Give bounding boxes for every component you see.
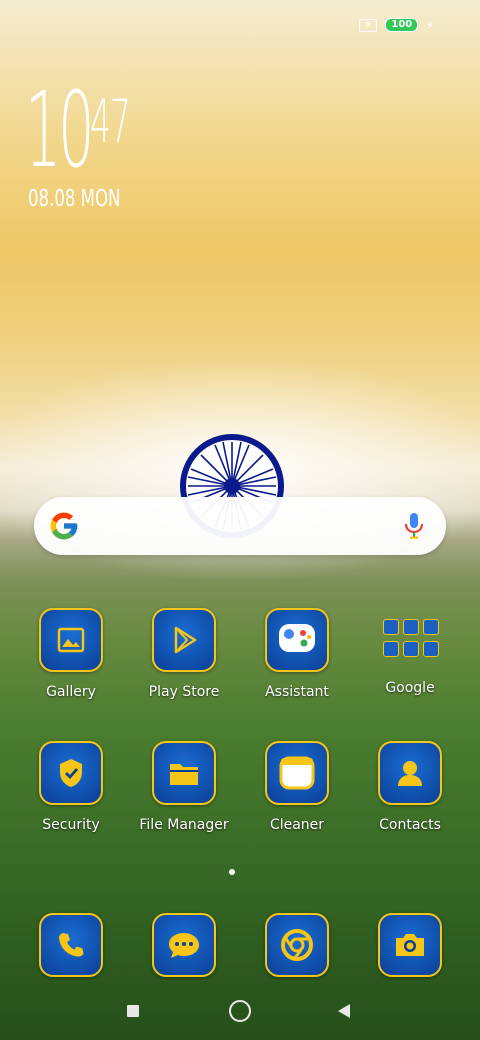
shield-check-icon [39, 741, 103, 805]
app-gallery[interactable]: Gallery [16, 608, 126, 700]
page-indicator [229, 869, 235, 875]
date-label[interactable]: 08.08 MON [28, 186, 120, 212]
app-label: Google [385, 680, 435, 696]
recents-button[interactable] [127, 1005, 139, 1017]
chrome-icon [265, 913, 329, 977]
app-label: Cleaner [269, 817, 325, 833]
person-icon [378, 741, 442, 805]
no-sim-icon: × [359, 18, 378, 32]
app-contacts[interactable]: Contacts [355, 741, 465, 833]
battery-indicator: 100 [385, 18, 419, 32]
app-google-folder[interactable]: Google [355, 608, 465, 696]
cleaner-icon [265, 741, 329, 805]
app-play-store[interactable]: Play Store [129, 608, 239, 700]
app-label: Security [42, 817, 100, 833]
google-search-bar[interactable] [34, 497, 446, 555]
app-assistant[interactable]: Assistant [242, 608, 352, 700]
clock-hour[interactable]: 10 [25, 78, 94, 182]
status-bar: × 100 ⚡ [359, 18, 434, 32]
app-label: File Manager [139, 817, 229, 833]
app-label: Gallery [46, 684, 96, 700]
app-label: Contacts [379, 817, 441, 833]
app-label: Play Store [148, 684, 220, 700]
app-file-manager[interactable]: File Manager [129, 741, 239, 833]
home-button[interactable] [229, 1000, 251, 1022]
google-g-icon [50, 512, 78, 540]
clock-minute[interactable]: 47 [90, 92, 131, 152]
bolt-icon: ⚡ [426, 18, 434, 32]
camera-icon [378, 913, 442, 977]
assistant-icon [265, 608, 329, 672]
dock-messages[interactable] [129, 913, 239, 977]
app-label: Assistant [265, 684, 329, 700]
folder-icon [152, 741, 216, 805]
folder-icon [380, 608, 440, 668]
phone-icon [39, 913, 103, 977]
play-store-icon [152, 608, 216, 672]
home-screen: × 100 ⚡ 10 47 08.08 MON Gallery Play Sto… [0, 0, 480, 1040]
dock-phone[interactable] [16, 913, 126, 977]
dock-chrome[interactable] [242, 913, 352, 977]
gallery-icon [39, 608, 103, 672]
app-cleaner[interactable]: Cleaner [242, 741, 352, 833]
back-button[interactable] [337, 1003, 351, 1019]
message-icon [152, 913, 216, 977]
microphone-icon[interactable] [402, 511, 426, 541]
dock-camera[interactable] [355, 913, 465, 977]
app-security[interactable]: Security [16, 741, 126, 833]
